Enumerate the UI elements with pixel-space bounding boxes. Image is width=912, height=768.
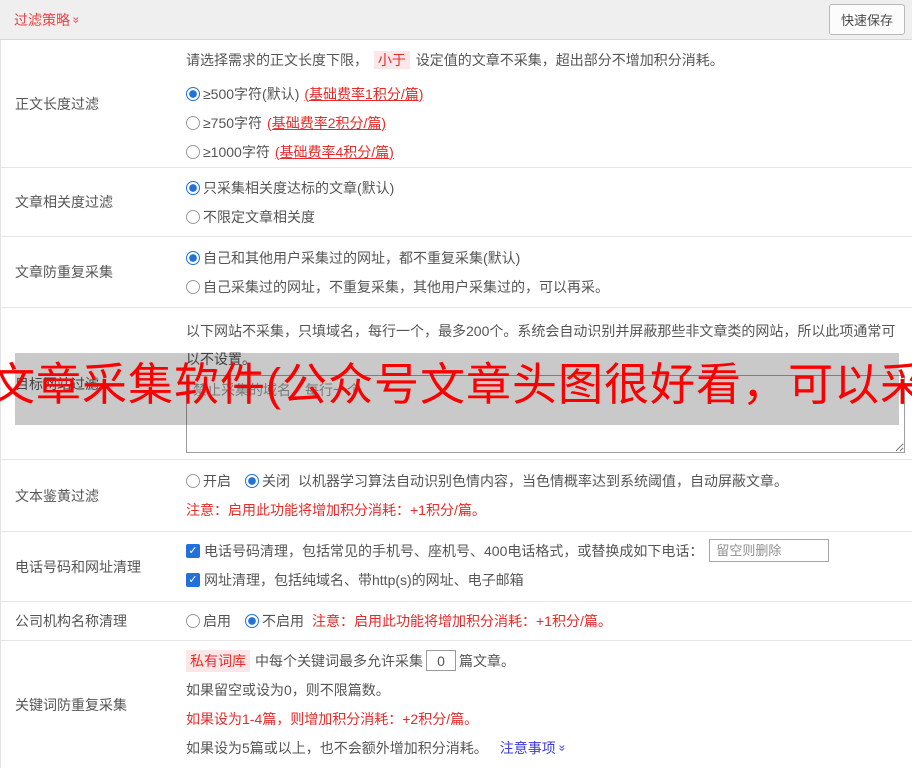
row-label: 文章相关度过滤	[15, 194, 113, 210]
row-label: 文本鉴黄过滤	[15, 487, 99, 504]
phone-cleanup-option[interactable]: 电话号码清理，包括常见的手机号、座机号、400电话格式，或替换成如下电话：	[186, 536, 912, 565]
keyword-limit-unit: 篇文章。	[459, 652, 515, 669]
row-keyword-dedup: 关键词防重复采集 私有词库 中每个关键词最多允许采集 篇文章。 如果留空或设为0…	[1, 641, 912, 768]
checkbox-checked-icon[interactable]	[186, 572, 200, 587]
option-750-chars[interactable]: ≥750字符 (基础费率2积分/篇)	[186, 108, 912, 137]
checkbox-label: 网址清理，包括纯域名、带http(s)的网址、电子邮箱	[204, 571, 524, 588]
body-length-description: 请选择需求的正文长度下限， 小于 设定值的文章不采集，超出部分不增加积分消耗。	[186, 51, 912, 70]
option-porn-filter-on[interactable]: 开启	[186, 471, 231, 491]
keyword-limit-input[interactable]	[426, 650, 456, 671]
url-cleanup-option[interactable]: 网址清理，包括纯域名、带http(s)的网址、电子邮箱	[186, 565, 912, 594]
notice-link[interactable]: 注意事项 »	[499, 738, 570, 758]
option-dedup-all-users[interactable]: 自己和其他用户采集过的网址，都不重复采集(默认)	[186, 243, 912, 272]
keyword-limit-text: 中每个关键词最多允许采集	[255, 652, 423, 669]
option-label: 自己采集过的网址，不重复采集，其他用户采集过的，可以再采。	[203, 278, 609, 295]
keyword-dedup-note-2: 如果设为5篇或以上，也不会额外增加积分消耗。	[186, 739, 488, 756]
option-company-clean-enable[interactable]: 启用	[186, 611, 231, 631]
option-label: ≥500字符(默认)	[203, 85, 300, 102]
option-company-clean-disable[interactable]: 不启用	[245, 611, 304, 631]
row-label: 公司机构名称清理	[15, 613, 127, 629]
page-title-text: 过滤策略	[14, 11, 70, 28]
option-label: 开启	[203, 472, 231, 489]
replacement-phone-input[interactable]	[709, 539, 830, 562]
option-dedup-self-only[interactable]: 自己采集过的网址，不重复采集，其他用户采集过的，可以再采。	[186, 272, 912, 301]
radio-icon[interactable]	[186, 613, 200, 628]
option-porn-filter-off[interactable]: 关闭	[245, 471, 290, 491]
row-label: 正文长度过滤	[15, 95, 99, 112]
option-label: 不限定文章相关度	[203, 208, 315, 225]
quick-save-button[interactable]: 快速保存	[828, 4, 905, 35]
radio-selected-icon[interactable]	[245, 613, 259, 628]
radio-icon[interactable]	[186, 209, 200, 224]
keyword-dedup-note-1: 如果留空或设为0，则不限篇数。	[186, 681, 390, 698]
blocked-domains-textarea[interactable]	[186, 375, 905, 453]
checkbox-checked-icon[interactable]	[186, 543, 200, 558]
row-label: 电话号码和网址清理	[15, 558, 141, 575]
option-label: 不启用	[262, 612, 304, 629]
page-header: 过滤策略 » 快速保存	[0, 0, 912, 40]
row-dedup-collection: 文章防重复采集 自己和其他用户采集过的网址，都不重复采集(默认) 自己采集过的网…	[1, 237, 912, 308]
row-label: 关键词防重复采集	[15, 696, 127, 713]
row-target-website-filter: 目标网站过滤 以下网站不采集，只填域名，每行一个，最多200个。系统会自动识别并…	[1, 308, 912, 460]
keyword-dedup-cost-note: 如果设为1-4篇，则增加积分消耗：+2积分/篇。	[186, 710, 479, 727]
porn-filter-cost-note: 注意：启用此功能将增加积分消耗：+1积分/篇。	[186, 501, 486, 518]
fee-note: (基础费率2积分/篇)	[267, 114, 387, 131]
option-relevance-only[interactable]: 只采集相关度达标的文章(默认)	[186, 173, 912, 202]
row-relevance-filter: 文章相关度过滤 只采集相关度达标的文章(默认) 不限定文章相关度	[1, 168, 912, 237]
desc-prefix: 请选择需求的正文长度下限，	[186, 52, 368, 68]
option-label: ≥1000字符	[203, 143, 270, 160]
option-label: 关闭	[262, 472, 290, 489]
row-label: 文章防重复采集	[15, 264, 113, 280]
option-label: 自己和其他用户采集过的网址，都不重复采集(默认)	[203, 249, 521, 266]
row-body-length-filter: 正文长度过滤 请选择需求的正文长度下限， 小于 设定值的文章不采集，超出部分不增…	[1, 40, 912, 168]
radio-icon[interactable]	[186, 473, 200, 488]
fee-note: (基础费率4积分/篇)	[274, 143, 394, 160]
radio-icon[interactable]	[186, 144, 200, 159]
checkbox-label: 电话号码清理，包括常见的手机号、座机号、400电话格式，或替换成如下电话：	[204, 542, 704, 559]
option-label: 只采集相关度达标的文章(默认)	[203, 179, 395, 196]
radio-selected-icon[interactable]	[186, 250, 200, 265]
radio-selected-icon[interactable]	[186, 180, 200, 195]
private-lexicon-tag: 私有词库	[186, 649, 250, 672]
website-filter-description: 以下网站不采集，只填域名，每行一个，最多200个。系统会自动识别并屏蔽那些非文章…	[186, 323, 896, 367]
radio-selected-icon[interactable]	[245, 473, 259, 488]
settings-rows: 正文长度过滤 请选择需求的正文长度下限， 小于 设定值的文章不采集，超出部分不增…	[0, 40, 912, 768]
option-1000-chars[interactable]: ≥1000字符 (基础费率4积分/篇)	[186, 137, 912, 166]
notice-link-label: 注意事项	[499, 739, 556, 756]
option-relevance-any[interactable]: 不限定文章相关度	[186, 202, 912, 231]
option-label: 启用	[203, 612, 231, 629]
less-than-tag: 小于	[373, 51, 410, 69]
fee-note: (基础费率1积分/篇)	[304, 85, 424, 102]
option-label: ≥750字符	[203, 114, 263, 131]
row-porn-text-filter: 文本鉴黄过滤 开启 关闭 以机器学习算法自动识别色情内容，当色情概率达到系统阈值…	[1, 460, 912, 532]
chevron-down-icon: »	[69, 16, 84, 23]
row-company-name-cleanup: 公司机构名称清理 启用 不启用 注意：启用此功能将增加积分消耗：+1积分/篇。	[1, 602, 912, 641]
page-title[interactable]: 过滤策略 »	[14, 10, 84, 30]
radio-selected-icon[interactable]	[186, 86, 200, 101]
radio-icon[interactable]	[186, 115, 200, 130]
chevron-down-icon: »	[555, 744, 570, 751]
porn-filter-description: 以机器学习算法自动识别色情内容，当色情概率达到系统阈值，自动屏蔽文章。	[298, 472, 788, 489]
filter-strategy-page: 过滤策略 » 快速保存 正文长度过滤 请选择需求的正文长度下限， 小于 设定值的…	[0, 0, 912, 768]
row-phone-url-cleanup: 电话号码和网址清理 电话号码清理，包括常见的手机号、座机号、400电话格式，或替…	[1, 532, 912, 602]
option-500-chars[interactable]: ≥500字符(默认) (基础费率1积分/篇)	[186, 79, 912, 108]
radio-icon[interactable]	[186, 279, 200, 294]
company-clean-cost-note: 注意：启用此功能将增加积分消耗：+1积分/篇。	[312, 612, 612, 629]
desc-suffix: 设定值的文章不采集，超出部分不增加积分消耗。	[415, 52, 724, 68]
row-label: 目标网站过滤	[15, 375, 99, 392]
